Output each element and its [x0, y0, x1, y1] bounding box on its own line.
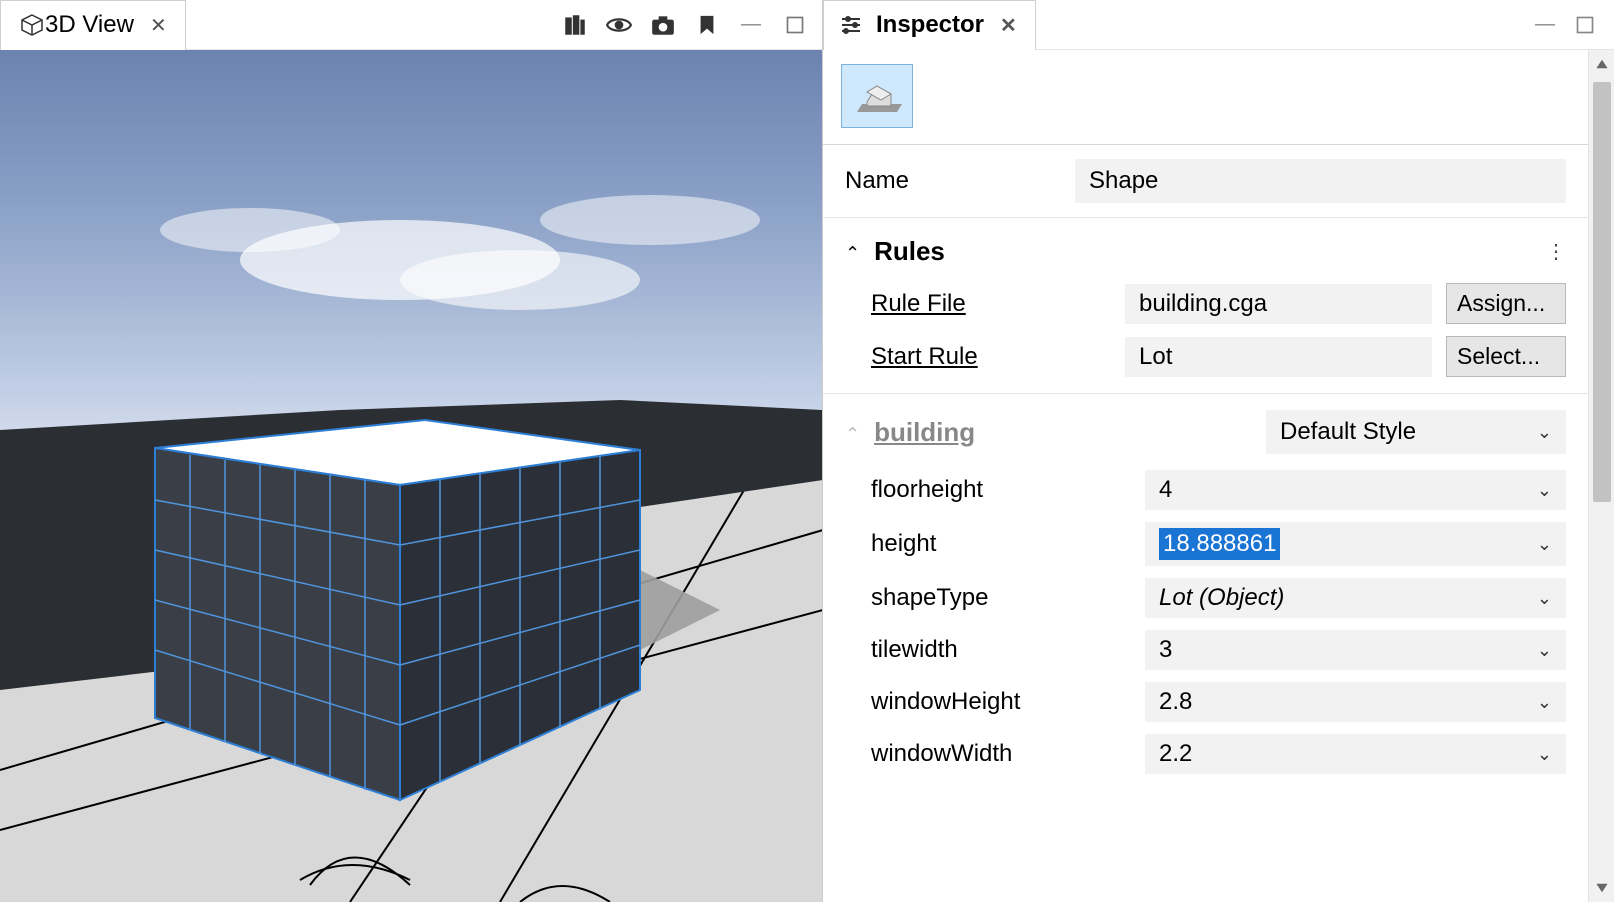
3d-scene [0, 50, 822, 902]
close-icon[interactable]: ✕ [996, 13, 1021, 38]
param-label: shapeType [871, 584, 1131, 612]
inspector-tab-title: Inspector [876, 11, 984, 39]
3d-view-toolbar: — [562, 12, 822, 38]
style-select[interactable]: Default Style ⌄ [1266, 410, 1566, 454]
3d-view-tab[interactable]: 3D View ✕ [0, 0, 186, 50]
param-row-windowHeight: windowHeight 2.8⌄ [823, 676, 1588, 728]
assign-button[interactable]: Assign... [1446, 283, 1566, 324]
start-rule-label[interactable]: Start Rule [871, 343, 1071, 371]
cube-icon [19, 12, 45, 38]
scroll-thumb[interactable] [1593, 82, 1611, 502]
chevron-down-icon[interactable]: ⌄ [1537, 692, 1552, 713]
inspector-panel: Inspector ✕ — Name Shape [823, 0, 1614, 902]
chevron-up-icon: ⌄ [845, 422, 860, 443]
scroll-down-arrow[interactable] [1589, 874, 1614, 902]
rules-section-header[interactable]: ⌄ Rules ⋮ [823, 218, 1588, 277]
param-row-floorheight: floorheight 4⌄ [823, 464, 1588, 516]
chevron-down-icon[interactable]: ⌄ [1537, 640, 1552, 661]
param-row-height: height 18.888861⌄ [823, 516, 1588, 572]
minimize-icon[interactable]: — [1532, 12, 1558, 38]
maximize-icon[interactable] [782, 12, 808, 38]
param-value-input[interactable]: 2.2⌄ [1145, 734, 1566, 774]
chevron-up-icon: ⌄ [845, 241, 860, 262]
param-label: tilewidth [871, 636, 1131, 664]
inspector-header: Inspector ✕ — [823, 0, 1614, 50]
bookmark-icon[interactable] [694, 12, 720, 38]
inspector-content: Name Shape ⌄ Rules ⋮ Rule File building.… [823, 50, 1588, 902]
3d-view-panel: 3D View ✕ — [0, 0, 823, 902]
rule-file-row: Rule File building.cga Assign... [823, 277, 1588, 330]
param-label: floorheight [871, 476, 1131, 504]
building-label: building [874, 417, 975, 448]
chevron-down-icon[interactable]: ⌄ [1537, 480, 1552, 501]
close-icon[interactable]: ✕ [146, 13, 171, 38]
chevron-down-icon[interactable]: ⌄ [1537, 744, 1552, 765]
select-button[interactable]: Select... [1446, 336, 1566, 377]
chevron-down-icon: ⌄ [1537, 422, 1552, 443]
sliders-icon [838, 12, 864, 38]
param-label: height [871, 530, 1131, 558]
param-label: windowHeight [871, 688, 1131, 716]
start-rule-row: Start Rule Lot Select... [823, 330, 1588, 383]
style-value: Default Style [1280, 418, 1416, 446]
chevron-down-icon[interactable]: ⌄ [1537, 534, 1552, 555]
3d-view-header: 3D View ✕ — [0, 0, 822, 50]
param-label: windowWidth [871, 740, 1131, 768]
camera-icon[interactable] [650, 12, 676, 38]
building-section-header[interactable]: ⌄ building Default Style ⌄ [823, 393, 1588, 464]
eye-icon[interactable] [606, 12, 632, 38]
3d-viewport[interactable] [0, 50, 822, 902]
name-label: Name [845, 167, 1055, 195]
param-row-shapeType: shapeType Lot (Object)⌄ [823, 572, 1588, 624]
inspector-tab[interactable]: Inspector ✕ [823, 0, 1036, 50]
name-input[interactable]: Shape [1075, 159, 1566, 203]
param-value-input[interactable]: 4⌄ [1145, 470, 1566, 510]
param-value-input[interactable]: Lot (Object)⌄ [1145, 578, 1566, 618]
minimize-icon[interactable]: — [738, 12, 764, 38]
scrollbar[interactable] [1588, 50, 1614, 902]
scroll-up-arrow[interactable] [1589, 50, 1614, 78]
param-value-input[interactable]: 2.8⌄ [1145, 682, 1566, 722]
rule-file-label[interactable]: Rule File [871, 290, 1071, 318]
param-row-windowWidth: windowWidth 2.2⌄ [823, 728, 1588, 780]
more-options-icon[interactable]: ⋮ [1546, 239, 1566, 264]
maximize-icon[interactable] [1572, 12, 1598, 38]
3d-view-tab-title: 3D View [45, 11, 134, 39]
layers-icon[interactable] [562, 12, 588, 38]
param-value-input[interactable]: 18.888861⌄ [1145, 522, 1566, 566]
start-rule-value[interactable]: Lot [1125, 337, 1432, 377]
param-value-input[interactable]: 3⌄ [1145, 630, 1566, 670]
name-row: Name Shape [823, 145, 1588, 218]
rule-file-value[interactable]: building.cga [1125, 284, 1432, 324]
chevron-down-icon[interactable]: ⌄ [1537, 588, 1552, 609]
shape-type-icon[interactable] [841, 64, 913, 128]
rules-label: Rules [874, 236, 945, 267]
param-row-tilewidth: tilewidth 3⌄ [823, 624, 1588, 676]
